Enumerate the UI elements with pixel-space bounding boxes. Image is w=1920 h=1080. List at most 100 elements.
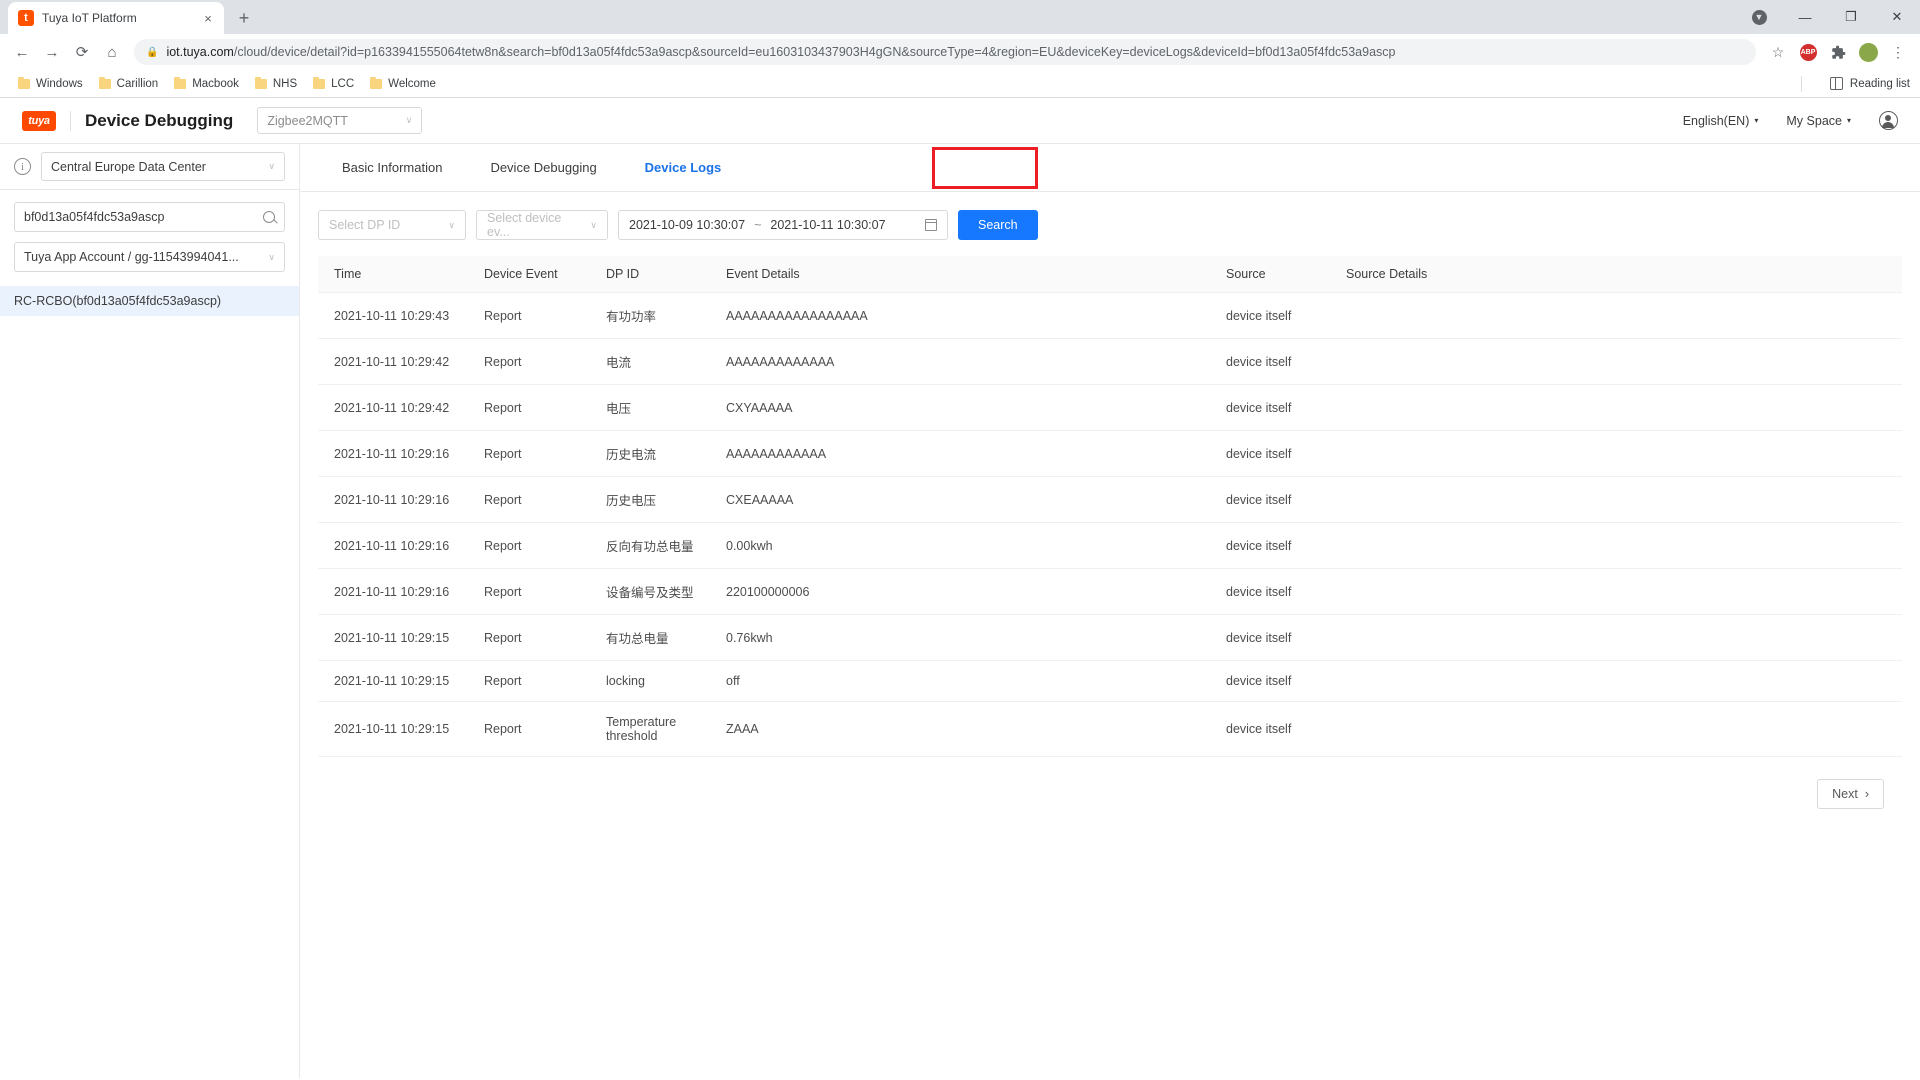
page-body: i Central Europe Data Center ∨ Tuya App … <box>0 144 1920 1078</box>
language-label: English(EN) <box>1682 113 1750 128</box>
extensions-icon[interactable] <box>1824 38 1852 66</box>
chrome-update-button[interactable]: ▼ <box>1736 0 1782 34</box>
log-device-event: Report <box>468 614 590 661</box>
bookmark-item[interactable]: NHS <box>247 75 305 93</box>
device-logs-table: Time Device Event DP ID Event Details So… <box>318 256 1902 757</box>
search-icon[interactable] <box>263 211 275 223</box>
column-header-dp-id: DP ID <box>590 256 710 293</box>
column-header-source: Source <box>1210 256 1330 293</box>
log-source-details <box>1330 292 1902 339</box>
device-search-box[interactable] <box>14 202 285 232</box>
column-header-device-event: Device Event <box>468 256 590 293</box>
date-range-picker[interactable]: 2021-10-09 10:30:07 ~ 2021-10-11 10:30:0… <box>618 210 948 240</box>
log-time: 2021-10-11 10:29:15 <box>318 701 468 757</box>
filter-bar: Select DP ID ∨ Select device ev... ∨ 202… <box>300 192 1920 240</box>
close-window-button[interactable]: ✕ <box>1874 0 1920 34</box>
calendar-icon[interactable] <box>924 219 938 231</box>
log-source-details <box>1330 522 1902 569</box>
page-title: Device Debugging <box>85 110 234 130</box>
tab-basic-information[interactable]: Basic Information <box>318 160 466 175</box>
account-select[interactable]: Tuya App Account / gg-11543994041... ∨ <box>14 242 285 272</box>
chevron-right-icon: › <box>1864 787 1869 801</box>
log-device-event: Report <box>468 660 590 702</box>
log-time: 2021-10-11 10:29:15 <box>318 614 468 661</box>
info-icon[interactable]: i <box>14 158 31 175</box>
table-row: 2021-10-11 10:29:15 Report Temperature thr… <box>318 701 1902 757</box>
search-button[interactable]: Search <box>958 210 1038 240</box>
log-source-details <box>1330 614 1902 661</box>
date-start[interactable]: 2021-10-09 10:30:07 <box>629 218 745 232</box>
user-avatar-icon[interactable] <box>1879 111 1898 130</box>
browser-tab-title: Tuya IoT Platform <box>42 11 137 25</box>
date-end[interactable]: 2021-10-11 10:30:07 <box>770 218 885 232</box>
sidebar: i Central Europe Data Center ∨ Tuya App … <box>0 144 300 1078</box>
log-source-details <box>1330 476 1902 523</box>
log-device-event: Report <box>468 338 590 385</box>
log-device-event: Report <box>468 522 590 569</box>
chevron-down-icon: ∨ <box>405 115 413 125</box>
main-content: Basic Information Device Debugging Devic… <box>300 144 1920 1078</box>
reload-icon[interactable]: ⟳ <box>68 38 96 66</box>
profile-avatar[interactable] <box>1854 38 1882 66</box>
adblock-icon[interactable]: ABP <box>1794 38 1822 66</box>
log-source-details <box>1330 338 1902 385</box>
bookmark-label: NHS <box>272 77 298 90</box>
language-selector[interactable]: English(EN) ▾ <box>1683 114 1759 128</box>
table-row: 2021-10-11 10:29:15 Report 有功总电量 0.76kwh dev… <box>318 614 1902 661</box>
log-dp-id: Temperature threshold <box>590 701 710 757</box>
folder-icon <box>254 76 267 89</box>
tab-device-logs[interactable]: Device Logs <box>621 160 746 175</box>
new-tab-button[interactable]: + <box>230 4 258 32</box>
product-select[interactable]: Zigbee2MQTT ∨ <box>257 107 423 134</box>
back-icon[interactable]: ← <box>8 38 36 66</box>
log-device-event: Report <box>468 568 590 615</box>
log-time: 2021-10-11 10:29:43 <box>318 292 468 339</box>
chevron-down-icon: ▾ <box>1754 116 1759 125</box>
next-page-button[interactable]: Next › <box>1817 779 1884 809</box>
address-bar-url: iot.tuya.com/cloud/device/detail?id=p163… <box>166 45 1395 59</box>
bookmark-label: LCC <box>331 77 355 90</box>
data-center-select[interactable]: Central Europe Data Center ∨ <box>41 152 285 181</box>
forward-icon[interactable]: → <box>38 38 66 66</box>
address-bar-host: iot.tuya.com <box>166 45 234 59</box>
log-event-details: 0.76kwh <box>710 614 1210 661</box>
sidebar-item-device[interactable]: RC-RCBO(bf0d13a05f4fdc53a9ascp) <box>0 286 299 316</box>
bookmark-item[interactable]: LCC <box>305 75 362 93</box>
log-event-details: 220100000006 <box>710 568 1210 615</box>
log-source: device itself <box>1210 522 1330 569</box>
reading-list-button[interactable]: Reading list <box>1829 77 1910 90</box>
app-header: tuya Device Debugging Zigbee2MQTT ∨ Engl… <box>0 98 1920 144</box>
bookmarks-bar: Windows Carillion Macbook NHS LCC Welcom… <box>0 70 1920 98</box>
minimize-button[interactable]: — <box>1782 0 1828 34</box>
adblock-badge: ABP <box>1799 43 1817 61</box>
update-dot-icon: ▼ <box>1751 9 1767 25</box>
device-event-select[interactable]: Select device ev... ∨ <box>476 210 608 240</box>
chevron-down-icon: ∨ <box>448 219 455 230</box>
maximize-button[interactable]: ❐ <box>1828 0 1874 34</box>
bookmark-label: Windows <box>36 77 83 90</box>
bookmark-item[interactable]: Carillion <box>91 75 167 93</box>
window-controls: ▼ — ❐ ✕ <box>1736 0 1920 34</box>
close-tab-icon[interactable]: × <box>200 11 216 26</box>
browser-tab[interactable]: t Tuya IoT Platform × <box>8 2 224 34</box>
chrome-menu-icon[interactable]: ⋮ <box>1884 38 1912 66</box>
log-source-details <box>1330 568 1902 615</box>
bookmark-item[interactable]: Macbook <box>166 75 247 93</box>
folder-icon <box>313 76 326 89</box>
address-bar[interactable]: 🔒 iot.tuya.com/cloud/device/detail?id=p1… <box>134 39 1756 65</box>
tab-device-debugging[interactable]: Device Debugging <box>466 160 620 175</box>
log-source-details <box>1330 430 1902 477</box>
home-icon[interactable]: ⌂ <box>98 38 126 66</box>
date-separator: ~ <box>754 218 762 232</box>
bookmark-label: Welcome <box>388 77 436 90</box>
bookmark-item[interactable]: Windows <box>10 75 91 93</box>
sidebar-body: Tuya App Account / gg-11543994041... ∨ R… <box>0 190 299 316</box>
bookmark-star-icon[interactable]: ☆ <box>1764 38 1792 66</box>
dp-id-select[interactable]: Select DP ID ∨ <box>318 210 466 240</box>
search-input[interactable] <box>24 210 263 224</box>
workspace-selector[interactable]: My Space ▾ <box>1786 114 1851 128</box>
log-source: device itself <box>1210 338 1330 385</box>
tuya-logo[interactable]: tuya <box>22 110 56 131</box>
table-row: 2021-10-11 10:29:16 Report 历史电流 AAAAAAAAAAA… <box>318 430 1902 477</box>
bookmark-item[interactable]: Welcome <box>362 75 444 93</box>
